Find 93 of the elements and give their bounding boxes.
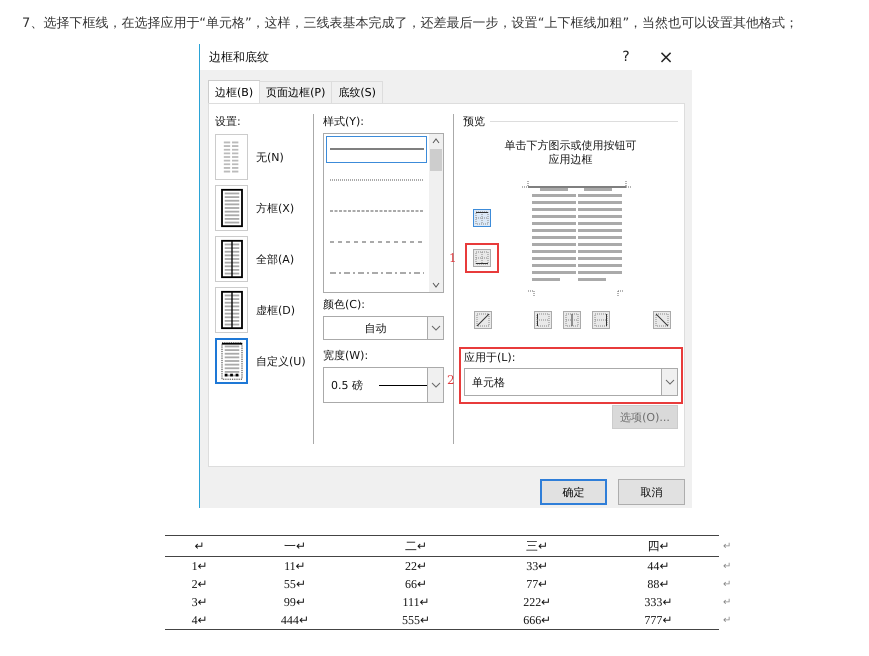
table-cell-text: 66↵: [404, 576, 428, 592]
table-cell: 33↵: [476, 556, 598, 575]
border-icon: [536, 313, 550, 327]
table-header-cell: 三↵: [476, 536, 598, 556]
border-preset-button[interactable]: [215, 338, 248, 384]
table-page-icon: [218, 239, 244, 279]
table-cell: 1↵: [165, 556, 234, 575]
preset-label: 自定义(U): [256, 354, 306, 368]
table-cell: 22↵: [355, 556, 477, 575]
border-toggle-button[interactable]: [473, 249, 491, 267]
scroll-thumb[interactable]: [430, 149, 442, 171]
table-cell: ↵: [719, 556, 735, 575]
border-toggle-button[interactable]: [563, 311, 581, 329]
window-title: 边框和底纹: [209, 48, 270, 66]
help-button[interactable]: ?: [606, 49, 646, 65]
scroll-up-icon: [432, 138, 440, 144]
table-cell: ↵: [719, 611, 735, 630]
line-sample-icon: [330, 240, 424, 244]
line-sample-icon: [330, 208, 424, 213]
table-cell: 44↵: [598, 556, 719, 575]
settings-label: 设置:: [215, 114, 242, 129]
border-toggle-button[interactable]: [653, 311, 671, 329]
border-icon: [594, 313, 608, 327]
scrollbar[interactable]: [429, 134, 443, 292]
width-label: 宽度(W):: [323, 348, 370, 363]
table-cell-text: ↵: [722, 596, 732, 610]
table-cell-text: 222↵: [522, 594, 552, 610]
table-header-cell: ↵: [719, 536, 735, 556]
tab[interactable]: 页面边框(P): [259, 81, 332, 103]
width-dropdown[interactable]: 0.5 磅: [323, 367, 444, 403]
line-sample-icon: [330, 147, 424, 152]
table-cell-text: 111↵: [401, 594, 431, 610]
annotation-number: 1: [449, 251, 457, 265]
tab[interactable]: 边框(B): [208, 80, 260, 103]
border-toggle-button[interactable]: [592, 311, 610, 329]
annotation-number: 2: [447, 373, 455, 387]
table-cell: 444↵: [234, 611, 356, 630]
preset-label: 虚框(D): [256, 302, 296, 318]
table-cell-text: 333↵: [643, 594, 674, 610]
border-preset-button[interactable]: [215, 287, 248, 333]
step-caption: 7、选择下框线，在选择应用于“单元格”，这样，三线表基本完成了，还差最后一步，设置“上下框线加粗”，当然也可以设置其他格式；: [22, 15, 800, 32]
table-cell: 4↵: [165, 611, 234, 630]
border-toggle-button[interactable]: [474, 311, 492, 329]
preset-label: 方框(X): [256, 200, 294, 216]
table-cell-text: ↵: [722, 578, 732, 592]
table-cell: 555↵: [355, 611, 477, 630]
line-sample-icon: [330, 270, 424, 275]
table-cell-text: 88↵: [646, 576, 670, 592]
table-cell: 666↵: [476, 611, 598, 630]
border-icon: [655, 313, 669, 327]
preset-label: 全部(A): [256, 252, 294, 266]
table-page-icon: [218, 290, 244, 330]
border-icon: [476, 313, 490, 327]
preview-hint: 单击下方图示或使用按钮可应用边框: [504, 139, 636, 167]
color-label: 颜色(C):: [323, 297, 366, 312]
border-icon: [475, 211, 489, 225]
table-cell-text: 77↵: [525, 576, 550, 592]
preset-label: 无(N): [256, 150, 284, 164]
tab[interactable]: 底纹(S): [331, 81, 383, 103]
table-page-icon: [218, 341, 244, 381]
table-header-cell: 二↵: [355, 536, 477, 556]
table-cell-text: 99↵: [282, 594, 307, 610]
table-cell-text: 3↵: [190, 594, 209, 610]
line-sample-icon: [379, 384, 427, 386]
line-style-list[interactable]: [323, 133, 444, 293]
table-cell-text: 2↵: [190, 576, 209, 592]
line-sample-icon: [330, 178, 424, 182]
table-header-cell: 四↵: [598, 536, 719, 556]
border-toggle-button[interactable]: [473, 209, 491, 227]
border-toggle-button[interactable]: [534, 311, 552, 329]
chevron-down-icon: [430, 382, 440, 388]
table-cell-text: 55↵: [282, 576, 307, 592]
chevron-down-icon: [430, 325, 440, 331]
table-cell: 11↵: [234, 556, 356, 575]
apply-to-dropdown[interactable]: 单元格: [464, 368, 678, 396]
dialog-button[interactable]: 取消: [618, 479, 685, 505]
border-preset-button[interactable]: [215, 185, 248, 231]
table-cell: 777↵: [598, 611, 719, 630]
table-header-cell: 一↵: [234, 536, 356, 556]
line-style-option[interactable]: [326, 136, 427, 163]
apply-to-label: 应用于(L):: [464, 350, 516, 365]
color-dropdown[interactable]: 自动: [323, 316, 444, 340]
style-label: 样式(Y):: [323, 114, 366, 129]
dialog-button[interactable]: 确定: [540, 479, 607, 505]
border-preset-button[interactable]: [215, 236, 248, 282]
table-page-icon: [218, 188, 244, 228]
table-header-cell: ↵: [165, 536, 234, 556]
border-icon: [565, 313, 579, 327]
scroll-down-icon: [432, 282, 440, 288]
chevron-down-icon: [664, 379, 674, 385]
close-button[interactable]: ×: [646, 46, 686, 68]
border-icon: [475, 251, 489, 265]
preview-label: 预览: [463, 114, 485, 129]
